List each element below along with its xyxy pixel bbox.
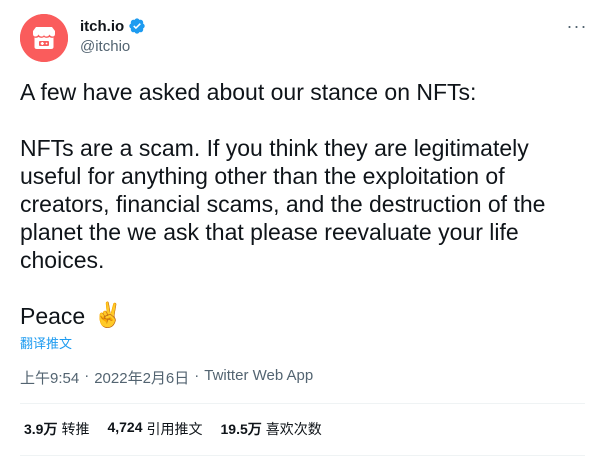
tweet-card: itch.io @itchio ··· A few have asked abo… xyxy=(0,0,599,460)
victory-hand-icon: ✌️ xyxy=(93,302,124,329)
translate-tweet-link[interactable]: 翻译推文 xyxy=(20,333,72,352)
tweet-paragraph: NFTs are a scam. If you think they are l… xyxy=(20,135,546,273)
quotes-count: 4,724 xyxy=(107,419,143,435)
tweet-source[interactable]: Twitter Web App xyxy=(204,367,313,388)
display-name[interactable]: itch.io xyxy=(80,18,124,35)
tweet-meta: 上午9:54 · 2022年2月6日 · Twitter Web App xyxy=(20,367,313,388)
retweets-count: 3.9万 xyxy=(24,421,58,437)
meta-separator: · xyxy=(84,367,90,384)
avatar[interactable] xyxy=(20,14,68,62)
tweet-paragraph: Peace ✌️ xyxy=(20,302,585,330)
divider xyxy=(20,403,585,404)
retweets-stat[interactable]: 3.9万 转推 xyxy=(24,419,89,439)
tweet-text: A few have asked about our stance on NFT… xyxy=(20,78,585,330)
author-name-row: itch.io xyxy=(80,17,146,35)
author-handle[interactable]: @itchio xyxy=(80,38,130,55)
verified-badge-icon xyxy=(129,18,145,34)
more-options-button[interactable]: ··· xyxy=(562,14,592,38)
more-horizontal-icon: ··· xyxy=(566,15,588,36)
likes-label: 喜欢次数 xyxy=(265,421,322,437)
divider xyxy=(20,455,585,456)
peace-text: Peace xyxy=(20,303,86,329)
tweet-paragraph: A few have asked about our stance on NFT… xyxy=(20,79,477,105)
itchio-logo-icon xyxy=(20,14,68,62)
engagement-stats: 3.9万 转推 4,724 引用推文 19.5万 喜欢次数 xyxy=(24,419,322,439)
tweet-date[interactable]: 2022年2月6日 xyxy=(94,367,189,388)
quotes-stat[interactable]: 4,724 引用推文 xyxy=(107,419,202,439)
meta-separator: · xyxy=(194,367,200,384)
retweets-label: 转推 xyxy=(61,421,90,437)
likes-stat[interactable]: 19.5万 喜欢次数 xyxy=(221,419,322,439)
tweet-time[interactable]: 上午9:54 xyxy=(20,367,79,388)
likes-count: 19.5万 xyxy=(220,421,262,437)
quotes-label: 引用推文 xyxy=(146,421,203,437)
